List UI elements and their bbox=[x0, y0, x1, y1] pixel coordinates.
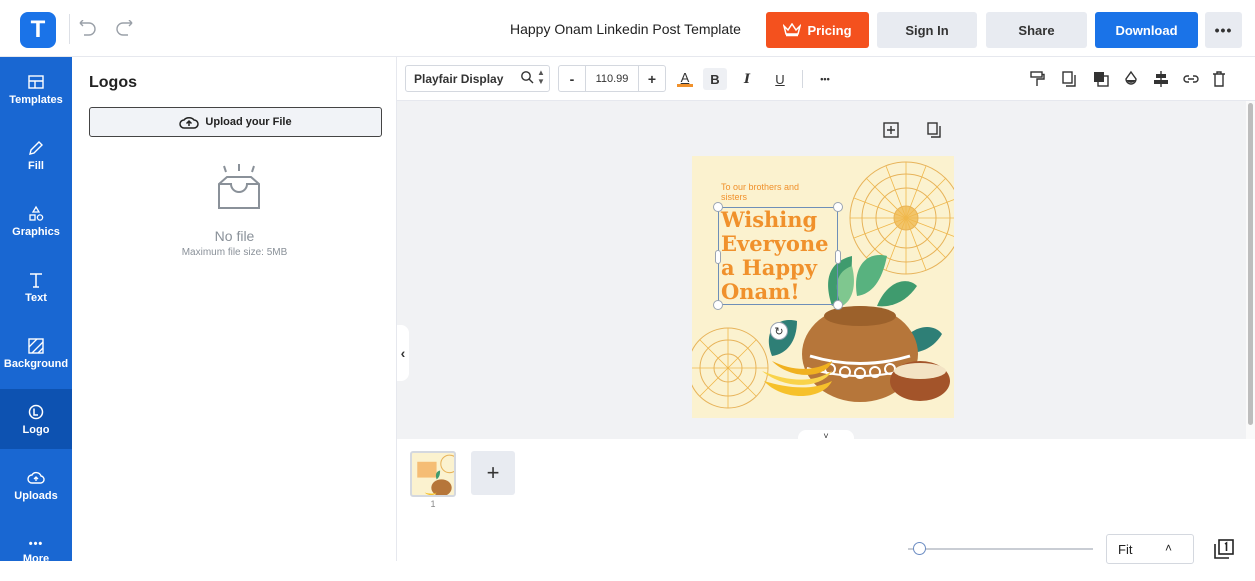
add-page-icon[interactable] bbox=[882, 121, 900, 139]
duplicate-page-icon[interactable] bbox=[926, 121, 944, 139]
underline-button[interactable]: U bbox=[770, 68, 790, 90]
search-icon[interactable] bbox=[520, 70, 534, 84]
collapse-panel-button[interactable]: ‹ bbox=[397, 325, 409, 381]
text-toolbar: Playfair Display ▲ ▼ - 110.99 + A B I U •… bbox=[397, 57, 1255, 101]
increase-size-button[interactable]: + bbox=[639, 71, 665, 87]
panel-title: Logos bbox=[89, 74, 137, 91]
bold-button[interactable]: B bbox=[703, 68, 727, 90]
top-bar: T Happy Onam Linkedin Post Template Pric… bbox=[0, 0, 1255, 57]
opacity-icon[interactable] bbox=[1121, 68, 1141, 90]
sign-in-button[interactable]: Sign In bbox=[877, 12, 977, 48]
duplicate-icon[interactable] bbox=[1059, 68, 1079, 90]
font-spinner-icon[interactable]: ▲ ▼ bbox=[537, 68, 545, 86]
font-family-value: Playfair Display bbox=[414, 71, 504, 86]
background-icon bbox=[28, 337, 44, 354]
sidebar-item-label: Fill bbox=[28, 159, 44, 172]
app-logo[interactable]: T bbox=[20, 12, 56, 48]
pricing-label: Pricing bbox=[807, 22, 852, 38]
resize-handle[interactable] bbox=[833, 202, 843, 212]
upload-cloud-icon bbox=[27, 471, 45, 484]
sidebar-item-label: Uploads bbox=[14, 489, 58, 502]
resize-handle[interactable] bbox=[713, 202, 723, 212]
divider bbox=[802, 70, 803, 88]
more-options-button[interactable]: ••• bbox=[1205, 12, 1242, 48]
sidebar-item-uploads[interactable]: Uploads bbox=[0, 455, 72, 515]
sidebar-item-label: Background bbox=[3, 357, 69, 370]
zoom-value: Fit bbox=[1118, 541, 1133, 557]
font-family-select[interactable]: Playfair Display ▲ ▼ bbox=[405, 65, 550, 92]
upload-label: Upload your File bbox=[205, 116, 292, 128]
sidebar-nav: Templates Fill Graphics Text Background … bbox=[0, 57, 72, 565]
crown-icon bbox=[783, 23, 802, 37]
add-page-button[interactable]: + bbox=[471, 451, 515, 495]
scrollbar-thumb[interactable] bbox=[1248, 103, 1253, 425]
format-painter-icon[interactable] bbox=[1027, 68, 1047, 90]
resize-handle[interactable] bbox=[833, 300, 843, 310]
decrease-size-button[interactable]: - bbox=[559, 71, 585, 87]
sidebar-item-label: Graphics bbox=[12, 225, 60, 238]
download-button[interactable]: Download bbox=[1095, 12, 1198, 48]
selection-box[interactable] bbox=[718, 207, 838, 305]
undo-icon[interactable] bbox=[79, 20, 97, 38]
templates-icon bbox=[28, 74, 44, 89]
page-view-icon[interactable] bbox=[1213, 538, 1235, 560]
sidebar-item-label: Templates bbox=[9, 93, 63, 106]
font-size-stepper[interactable]: - 110.99 + bbox=[558, 65, 666, 92]
sidebar-item-label: Logo bbox=[22, 423, 50, 436]
empty-state-subtitle: Maximum file size: 5MB bbox=[181, 247, 288, 258]
layer-order-icon[interactable] bbox=[1091, 68, 1111, 90]
sidebar-item-more[interactable]: ••• More bbox=[0, 521, 72, 581]
font-size-value[interactable]: 110.99 bbox=[585, 66, 639, 91]
logo-letter: T bbox=[30, 16, 46, 43]
upload-file-button[interactable]: Upload your File bbox=[89, 107, 382, 137]
sidebar-item-fill[interactable]: Fill bbox=[0, 125, 72, 185]
italic-button[interactable]: I bbox=[737, 68, 757, 90]
text-color-letter: A bbox=[680, 69, 690, 85]
zoom-slider[interactable] bbox=[908, 548, 1093, 550]
empty-inbox-icon bbox=[218, 164, 260, 209]
page-thumbnail[interactable] bbox=[410, 451, 456, 497]
resize-handle[interactable] bbox=[715, 250, 721, 264]
redo-icon[interactable] bbox=[115, 20, 133, 38]
share-button[interactable]: Share bbox=[986, 12, 1087, 48]
divider bbox=[69, 14, 70, 44]
more-icon: ••• bbox=[28, 537, 44, 550]
more-text-options-button[interactable]: ••• bbox=[815, 68, 835, 90]
sidebar-item-templates[interactable]: Templates bbox=[0, 59, 72, 119]
delete-icon[interactable] bbox=[1209, 68, 1229, 90]
sidebar-item-text[interactable]: Text bbox=[0, 257, 72, 317]
resize-handle[interactable] bbox=[835, 250, 841, 264]
page-number: 1 bbox=[430, 499, 436, 509]
text-color-swatch bbox=[677, 83, 693, 87]
text-icon bbox=[30, 272, 42, 288]
align-icon[interactable] bbox=[1151, 68, 1171, 90]
sidebar-item-label: Text bbox=[25, 291, 47, 304]
logos-panel: Logos Upload your File No file Maximum f… bbox=[72, 57, 397, 561]
text-color-button[interactable]: A bbox=[675, 68, 695, 90]
zoom-slider-handle[interactable] bbox=[913, 542, 926, 555]
sidebar-item-logo[interactable]: Logo bbox=[0, 389, 72, 449]
logo-icon bbox=[28, 404, 44, 419]
link-icon[interactable] bbox=[1181, 68, 1201, 90]
empty-state-title: No file bbox=[214, 228, 255, 244]
design-small-text[interactable]: To our brothers and sisters bbox=[721, 182, 821, 202]
sidebar-item-label: More bbox=[22, 552, 50, 565]
zoom-select[interactable]: Fit ˄ bbox=[1106, 534, 1194, 564]
pencil-icon bbox=[29, 140, 43, 155]
resize-handle[interactable] bbox=[713, 300, 723, 310]
upload-cloud-icon bbox=[179, 117, 200, 129]
page-thumbnail-image bbox=[417, 454, 454, 495]
document-title[interactable]: Happy Onam Linkedin Post Template bbox=[510, 21, 741, 37]
canvas-scrollbar[interactable] bbox=[1246, 101, 1255, 439]
rotate-handle-icon[interactable]: ↻ bbox=[770, 322, 788, 340]
expand-pages-button[interactable]: ˅ bbox=[798, 430, 854, 442]
pricing-button[interactable]: Pricing bbox=[766, 12, 869, 48]
chevron-up-icon: ˄ bbox=[1165, 541, 1173, 555]
sidebar-item-graphics[interactable]: Graphics bbox=[0, 191, 72, 251]
sidebar-item-background[interactable]: Background bbox=[0, 323, 72, 383]
shapes-icon bbox=[29, 205, 44, 221]
